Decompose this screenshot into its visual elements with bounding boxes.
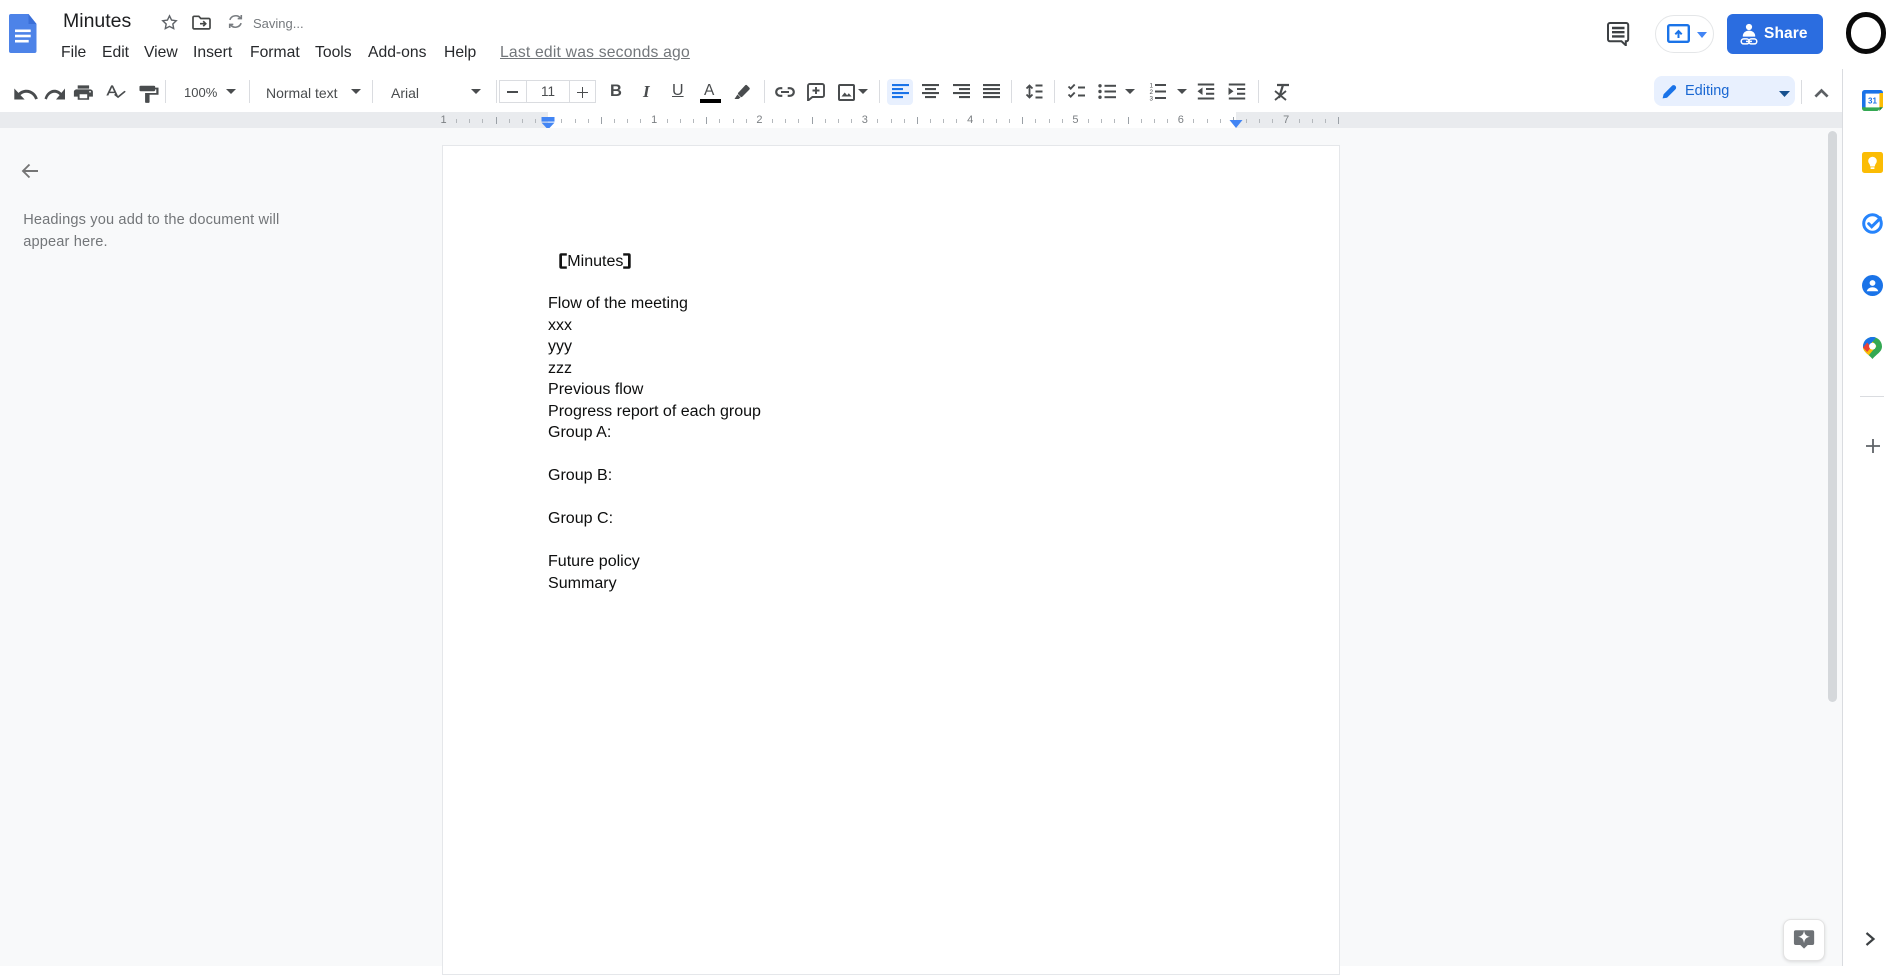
svg-text:31: 31 (1868, 97, 1877, 106)
svg-text:3: 3 (1150, 96, 1154, 102)
